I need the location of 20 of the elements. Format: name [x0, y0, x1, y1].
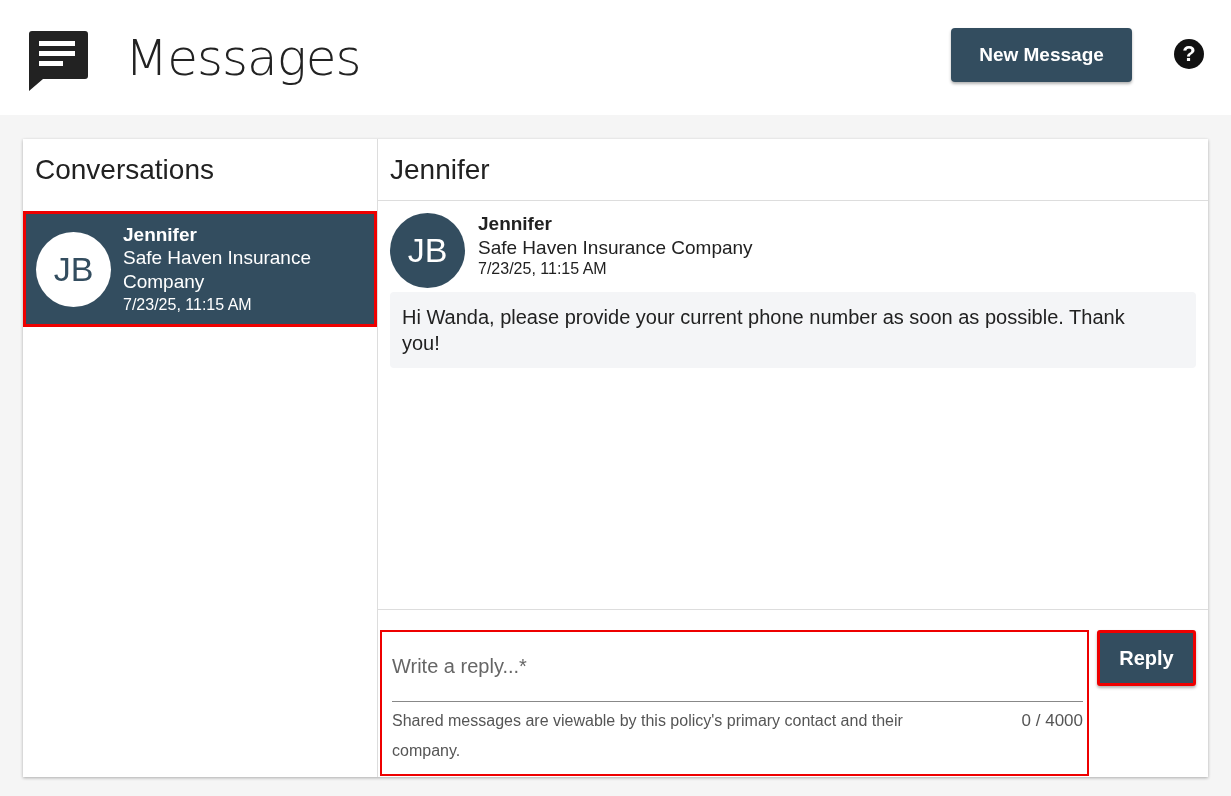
- new-message-button[interactable]: New Message: [951, 27, 1132, 82]
- message-bubble: Hi Wanda, please provide your current phone number as soon as possible. Thank you!: [390, 292, 1196, 368]
- reply-field[interactable]: Write a reply...* Shared messages are viewable by this policy's primary contact and their company. 0 / 4000: [380, 630, 1089, 776]
- contact-name: Jennifer: [123, 224, 198, 246]
- conversations-heading: Conversations: [34, 153, 215, 187]
- message-icon: [27, 28, 89, 91]
- company-name: Safe Haven Insurance Company: [123, 246, 312, 294]
- page-title: Messages: [125, 28, 361, 87]
- thread-heading: Jennifer: [378, 139, 1208, 201]
- avatar: JB: [390, 213, 465, 288]
- character-counter: 0 / 4000: [1021, 710, 1083, 732]
- avatar: JB: [36, 231, 111, 307]
- sender-name: Jennifer: [478, 213, 553, 235]
- hint-text: Shared messages are viewable by this policy's primary contact and their company.: [392, 711, 904, 761]
- reply-button[interactable]: Reply: [1097, 630, 1196, 686]
- conversation-item[interactable]: JB Jennifer Safe Haven Insurance Company 7/23/25, 11:15 AM: [23, 211, 377, 327]
- company-name: Safe Haven Insurance Company: [478, 236, 753, 260]
- timestamp: 7/23/25, 11:15 AM: [123, 296, 253, 314]
- help-icon[interactable]: ?: [1174, 38, 1204, 69]
- timestamp: 7/23/25, 11:15 AM: [478, 260, 608, 278]
